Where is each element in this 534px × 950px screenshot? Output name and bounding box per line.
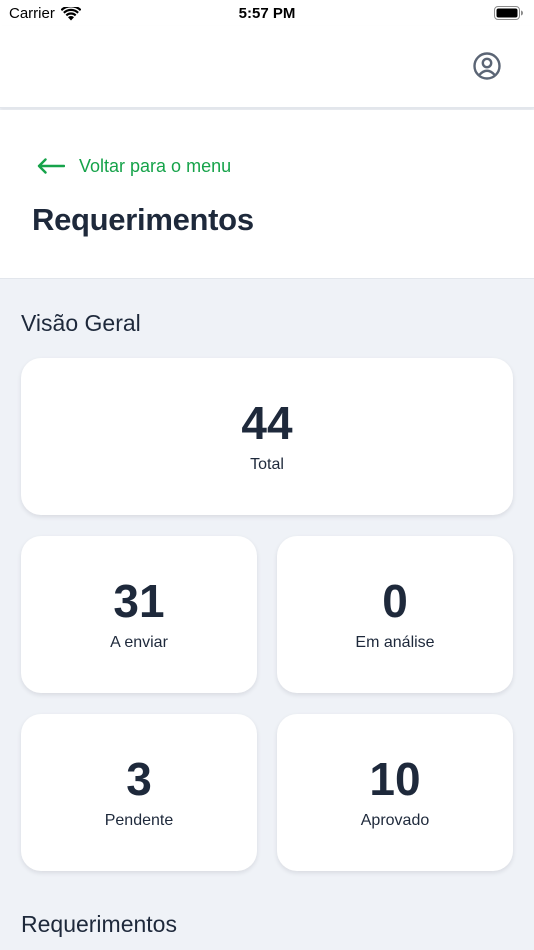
app-header bbox=[0, 26, 534, 108]
pendente-label: Pendente bbox=[104, 811, 174, 829]
total-label: Total bbox=[250, 455, 284, 473]
a-enviar-card[interactable]: 31 A enviar bbox=[21, 536, 257, 693]
a-enviar-label: A enviar bbox=[110, 633, 168, 651]
battery-icon bbox=[494, 6, 524, 24]
user-circle-icon bbox=[473, 52, 501, 80]
back-link-label: Voltar para o menu bbox=[79, 155, 232, 176]
requerimentos-heading: Requerimentos bbox=[21, 911, 177, 937]
aprovado-label: Aprovado bbox=[360, 811, 430, 829]
em-analise-value: 0 bbox=[382, 574, 408, 627]
em-analise-card[interactable]: 0 Em análise bbox=[277, 536, 513, 693]
overview-heading: Visão Geral bbox=[21, 310, 141, 336]
status-time: 5:57 PM bbox=[238, 5, 296, 22]
pendente-value: 3 bbox=[126, 752, 152, 805]
total-value: 44 bbox=[241, 396, 293, 449]
aprovado-value: 10 bbox=[369, 752, 421, 805]
total-card[interactable]: 44 Total bbox=[21, 358, 513, 515]
page-title: Requerimentos bbox=[32, 202, 254, 237]
aprovado-card[interactable]: 10 Aprovado bbox=[277, 714, 513, 871]
em-analise-label: Em análise bbox=[355, 633, 435, 651]
a-enviar-value: 31 bbox=[113, 574, 165, 627]
pendente-card[interactable]: 3 Pendente bbox=[21, 714, 257, 871]
status-bar: Carrier 5:57 PM bbox=[0, 0, 534, 26]
profile-button[interactable] bbox=[472, 51, 502, 81]
title-section: Voltar para o menu Requerimentos bbox=[0, 110, 534, 279]
arrow-left-icon bbox=[37, 158, 65, 174]
back-to-menu-link[interactable]: Voltar para o menu bbox=[37, 153, 231, 179]
